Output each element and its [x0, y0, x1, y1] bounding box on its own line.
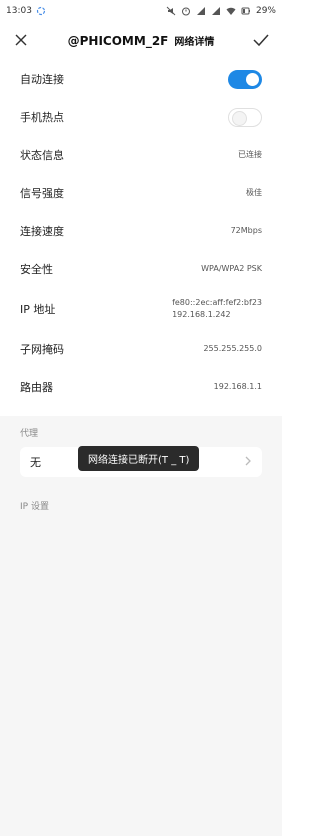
signal-icon — [196, 6, 206, 16]
network-ssid: @PHICOMM_2F — [67, 33, 169, 48]
advanced-section: 代理 无 IP 设置 — [0, 416, 282, 836]
hotspot-row: 手机热点 — [0, 98, 282, 136]
subnet-row: 子网掩码 255.255.255.0 — [0, 330, 282, 368]
subnet-value: 255.255.255.0 — [203, 344, 262, 353]
proxy-section-label: 代理 — [20, 429, 39, 439]
battery-icon — [241, 6, 251, 16]
ipv6-address: fe80::2ec:aff:fef2:bf23 — [172, 298, 262, 307]
status-label: 状态信息 — [20, 149, 64, 162]
router-row: 路由器 192.168.1.1 — [0, 368, 282, 406]
security-label: 安全性 — [20, 263, 53, 276]
signal-label: 信号强度 — [20, 187, 64, 200]
status-value: 已连接 — [238, 150, 262, 159]
page-title: @PHICOMM_2F 网络详情 — [32, 33, 250, 48]
ip-label: IP 地址 — [20, 303, 56, 316]
wifi-icon — [226, 6, 236, 16]
chevron-right-icon — [244, 455, 252, 470]
speed-row: 连接速度 72Mbps — [0, 212, 282, 250]
router-label: 路由器 — [20, 381, 53, 394]
auto-connect-row: 自动连接 — [0, 60, 282, 98]
speed-label: 连接速度 — [20, 225, 64, 238]
toggle-knob — [246, 72, 259, 86]
status-row: 状态信息 已连接 — [0, 136, 282, 174]
subnet-label: 子网掩码 — [20, 343, 64, 356]
top-bar: @PHICOMM_2F 网络详情 — [0, 22, 282, 58]
ipv4-address: 192.168.1.242 — [172, 310, 231, 319]
sync-icon — [36, 6, 46, 16]
alarm-icon — [181, 6, 191, 16]
status-time: 13:03 — [6, 6, 32, 16]
speed-value: 72Mbps — [230, 226, 262, 235]
signal-value: 极佳 — [246, 188, 262, 197]
auto-connect-label: 自动连接 — [20, 73, 64, 86]
proxy-value: 无 — [30, 456, 41, 469]
signal-icon-2 — [211, 6, 221, 16]
mute-icon — [166, 6, 176, 16]
ip-settings-section-label: IP 设置 — [20, 502, 49, 512]
battery-percent: 29% — [255, 6, 276, 16]
ip-row: IP 地址 fe80::2ec:aff:fef2:bf23 192.168.1.… — [0, 288, 282, 330]
check-icon[interactable] — [250, 29, 272, 51]
status-bar: 13:03 29% — [0, 0, 282, 22]
security-value: WPA/WPA2 PSK — [201, 264, 262, 273]
ip-value: fe80::2ec:aff:fef2:bf23 192.168.1.242 — [172, 297, 262, 321]
hotspot-toggle[interactable] — [228, 107, 262, 127]
router-value: 192.168.1.1 — [213, 382, 262, 391]
toggle-knob — [232, 110, 247, 126]
close-icon[interactable] — [10, 29, 32, 51]
auto-connect-toggle[interactable] — [228, 69, 262, 89]
hotspot-label: 手机热点 — [20, 111, 64, 124]
security-row: 安全性 WPA/WPA2 PSK — [0, 250, 282, 288]
signal-row: 信号强度 极佳 — [0, 174, 282, 212]
page-subtitle: 网络详情 — [174, 36, 215, 48]
toast-message: 网络连接已断开(T _ T) — [78, 446, 200, 471]
